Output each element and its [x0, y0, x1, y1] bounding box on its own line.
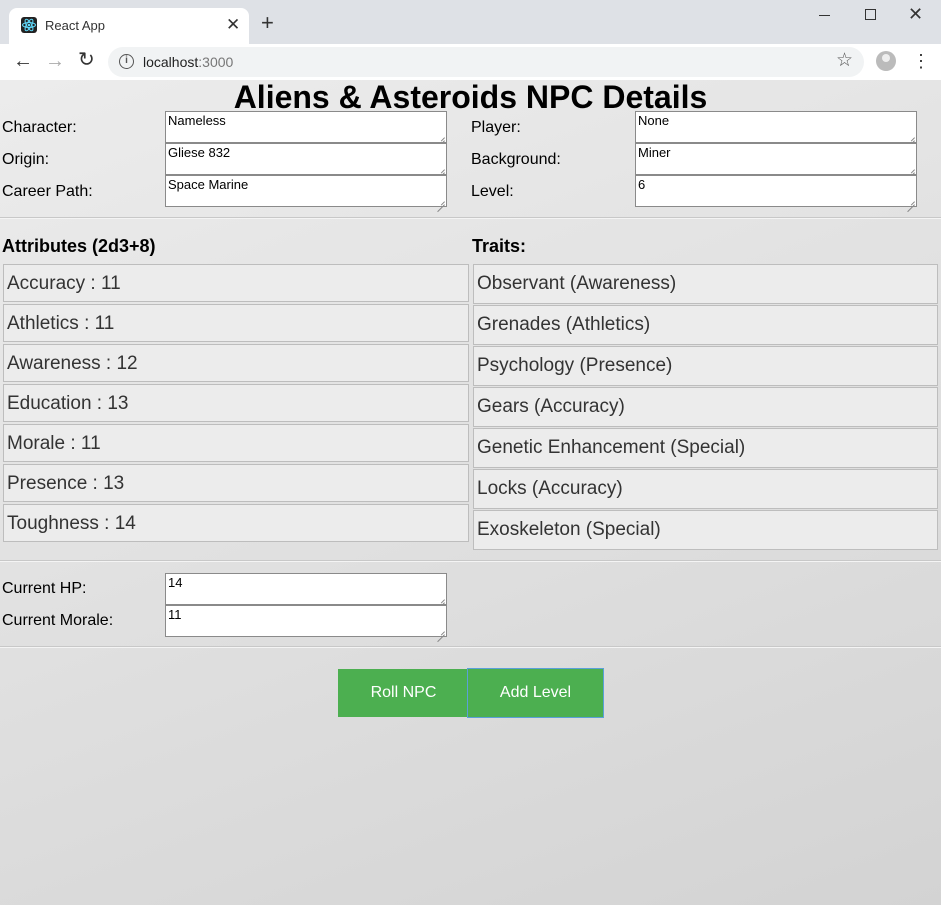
resize-grip-icon[interactable]	[437, 165, 445, 173]
bookmark-star-icon[interactable]: ☆	[836, 50, 853, 72]
kebab-menu-icon[interactable]: ⋮	[912, 50, 930, 72]
attribute-item: Awareness : 12	[3, 344, 469, 382]
url-host: localhost	[143, 54, 199, 70]
character-field[interactable]: Nameless	[165, 111, 447, 143]
resize-grip-icon[interactable]	[907, 197, 915, 205]
character-label: Character:	[2, 119, 77, 136]
address-bar[interactable]: i localhost:3000 ☆	[108, 47, 864, 77]
attribute-item: Presence : 13	[3, 464, 469, 502]
trait-item: Genetic Enhancement (Special)	[473, 428, 938, 468]
trait-item: Psychology (Presence)	[473, 346, 938, 386]
url-port: :3000	[198, 54, 234, 70]
close-icon[interactable]: ✕	[226, 16, 240, 34]
attribute-item: Toughness : 14	[3, 504, 469, 542]
morale-field[interactable]: 11	[165, 605, 447, 637]
career-value: Space Marine	[168, 177, 249, 192]
info-icon[interactable]: i	[119, 54, 134, 69]
back-arrow-icon[interactable]: ←	[13, 50, 33, 72]
trait-item: Locks (Accuracy)	[473, 469, 938, 509]
origin-label: Origin:	[2, 151, 50, 168]
profile-avatar-icon[interactable]	[876, 51, 896, 71]
attribute-item: Education : 13	[3, 384, 469, 422]
react-icon	[21, 17, 37, 33]
attribute-item: Accuracy : 11	[3, 264, 469, 302]
attributes-heading: Attributes (2d3+8)	[2, 236, 156, 256]
resize-grip-icon[interactable]	[437, 627, 445, 635]
player-field[interactable]: None	[635, 111, 917, 143]
trait-item: Gears (Accuracy)	[473, 387, 938, 427]
trait-item: Exoskeleton (Special)	[473, 510, 938, 550]
resize-grip-icon[interactable]	[907, 165, 915, 173]
divider	[0, 217, 941, 219]
page-content: Aliens & Asteroids NPC Details Character…	[0, 80, 941, 905]
background-field[interactable]: Miner	[635, 143, 917, 175]
level-label: Level:	[471, 183, 514, 200]
divider	[0, 646, 941, 648]
tab-title: React App	[45, 18, 105, 33]
maximize-icon[interactable]	[865, 9, 876, 20]
attribute-item: Morale : 11	[3, 424, 469, 462]
career-field[interactable]: Space Marine	[165, 175, 447, 207]
roll-npc-button[interactable]: Roll NPC	[338, 669, 469, 717]
divider	[0, 560, 941, 562]
traits-heading: Traits:	[472, 236, 527, 256]
character-value: Nameless	[168, 113, 226, 128]
morale-label: Current Morale:	[2, 612, 114, 629]
origin-field[interactable]: Gliese 832	[165, 143, 447, 175]
level-field[interactable]: 6	[635, 175, 917, 207]
resize-grip-icon[interactable]	[437, 197, 445, 205]
player-label: Player:	[471, 119, 521, 136]
career-label: Career Path:	[2, 183, 93, 200]
level-value: 6	[638, 177, 646, 192]
background-value: Miner	[638, 145, 671, 160]
morale-value: 11	[168, 607, 182, 622]
page-title: Aliens & Asteroids NPC Details	[233, 79, 708, 115]
resize-grip-icon[interactable]	[437, 133, 445, 141]
window-close-icon[interactable]: ✕	[908, 5, 923, 23]
attribute-item: Athletics : 11	[3, 304, 469, 342]
reload-icon[interactable]: ↻	[78, 49, 95, 71]
minimize-icon[interactable]	[818, 8, 832, 22]
trait-item: Observant (Awareness)	[473, 264, 938, 304]
background-label: Background:	[471, 151, 561, 168]
player-value: None	[638, 113, 670, 128]
browser-tab[interactable]: React App ✕	[9, 8, 249, 44]
add-level-button[interactable]: Add Level	[467, 668, 604, 718]
origin-value: Gliese 832	[168, 145, 231, 160]
resize-grip-icon[interactable]	[437, 595, 445, 603]
hp-label: Current HP:	[2, 580, 87, 597]
hp-field[interactable]: 14	[165, 573, 447, 605]
hp-value: 14	[168, 575, 183, 590]
new-tab-icon[interactable]: +	[261, 12, 274, 34]
forward-arrow-icon[interactable]: →	[45, 50, 65, 72]
url-text: localhost:3000	[143, 54, 233, 70]
browser-chrome: React App ✕ + ✕ ← → ↻ i localhost:3000 ☆…	[0, 0, 941, 80]
trait-item: Grenades (Athletics)	[473, 305, 938, 345]
browser-toolbar: ← → ↻ i localhost:3000 ☆ ⋮	[0, 44, 941, 80]
resize-grip-icon[interactable]	[907, 133, 915, 141]
